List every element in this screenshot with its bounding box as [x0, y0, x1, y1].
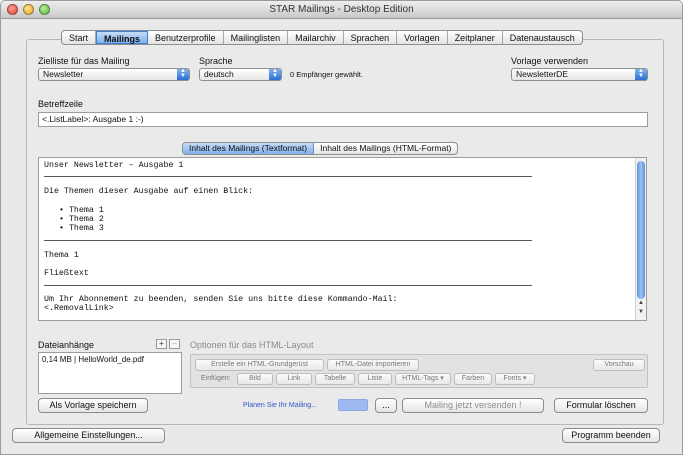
- fonts-menu-button[interactable]: Fonts ▾: [495, 373, 535, 385]
- title-bar: STAR Mailings - Desktop Edition: [1, 1, 682, 19]
- tab-start[interactable]: Start: [62, 31, 97, 44]
- preview-button[interactable]: Vorschau: [593, 359, 645, 371]
- body-line: Fließtext: [44, 269, 89, 278]
- colors-button[interactable]: Farben: [454, 373, 492, 385]
- tab-mailinglisten[interactable]: Mailinglisten: [224, 31, 289, 44]
- plan-mailing-link[interactable]: Planen Sie Ihr Mailing...: [243, 402, 317, 409]
- tab-textformat[interactable]: Inhalt des Mailings (Textformat): [183, 143, 315, 154]
- tab-mailarchiv[interactable]: Mailarchiv: [288, 31, 344, 44]
- vertical-scrollbar[interactable]: ▲ ▼: [635, 158, 646, 320]
- add-attachment-button[interactable]: +: [156, 339, 167, 349]
- html-options-label: Optionen für das HTML-Layout: [190, 340, 314, 350]
- window-title: STAR Mailings - Desktop Edition: [269, 4, 414, 15]
- body-bullet: • Thema 2: [59, 215, 104, 224]
- scroll-up-arrow-icon[interactable]: ▲: [638, 300, 644, 306]
- body-line: Unser Newsletter – Ausgabe 1: [44, 161, 184, 170]
- general-settings-button[interactable]: Allgemeine Einstellungen...: [12, 428, 165, 443]
- insert-table-button[interactable]: Tabelle: [315, 373, 355, 385]
- scroll-thumb[interactable]: [637, 161, 645, 299]
- tab-zeitplaner[interactable]: Zeitplaner: [448, 31, 503, 44]
- more-options-button[interactable]: ...: [375, 398, 397, 413]
- tab-mailings[interactable]: Mailings: [96, 31, 149, 44]
- empfaenger-count: 0 Empfänger gewählt.: [290, 70, 363, 79]
- attachments-list[interactable]: 0,14 MB | HelloWorld_de.pdf: [38, 352, 182, 394]
- schedule-indicator[interactable]: [338, 399, 368, 411]
- vorlage-select[interactable]: NewsletterDE ▲ ▼: [511, 68, 648, 81]
- body-bullet: • Thema 1: [59, 206, 104, 215]
- zielliste-select[interactable]: Newsletter ▲ ▼: [38, 68, 190, 81]
- create-html-skeleton-button[interactable]: Erstelle ein HTML-Grundgerüst: [195, 359, 324, 371]
- divider: [44, 176, 532, 177]
- tab-htmlformat[interactable]: Inhalt des Mailings (HTML-Format): [314, 143, 457, 154]
- chevron-updown-icon: ▲ ▼: [635, 69, 647, 80]
- body-line: Thema 1: [44, 251, 79, 260]
- mail-body-editor[interactable]: Unser Newsletter – Ausgabe 1 Die Themen …: [38, 157, 647, 321]
- tab-sprachen[interactable]: Sprachen: [344, 31, 398, 44]
- save-as-template-button[interactable]: Als Vorlage speichern: [38, 398, 148, 413]
- content-format-tabs: Inhalt des Mailings (Textformat) Inhalt …: [182, 142, 459, 155]
- zielliste-label: Zielliste für das Mailing: [38, 56, 130, 66]
- tab-benutzerprofile[interactable]: Benutzerprofile: [148, 31, 224, 44]
- import-html-button[interactable]: HTML-Datei importieren: [327, 359, 419, 371]
- zielliste-value: Newsletter: [43, 69, 84, 79]
- chevron-updown-icon: ▲ ▼: [177, 69, 189, 80]
- body-line: <.RemovalLink>: [44, 304, 114, 313]
- html-options-box: Erstelle ein HTML-Grundgerüst HTML-Datei…: [190, 354, 648, 388]
- tab-datenaustausch[interactable]: Datenaustausch: [503, 31, 582, 44]
- betreff-input[interactable]: <.ListLabel>: Ausgabe 1 :-): [38, 112, 648, 127]
- attachments-label: Dateianhänge: [38, 340, 95, 350]
- betreff-label: Betreffzeile: [38, 99, 83, 109]
- scroll-down-arrow-icon[interactable]: ▼: [638, 309, 644, 315]
- quit-program-button[interactable]: Programm beenden: [562, 428, 660, 443]
- insert-list-button[interactable]: Liste: [358, 373, 392, 385]
- tab-vorlagen[interactable]: Vorlagen: [397, 31, 448, 44]
- insert-image-button[interactable]: Bild: [237, 373, 273, 385]
- chevron-updown-icon: ▲ ▼: [269, 69, 281, 80]
- app-window: STAR Mailings - Desktop Edition Start Ma…: [0, 0, 683, 455]
- vorlage-label: Vorlage verwenden: [511, 56, 589, 66]
- clear-form-button[interactable]: Formular löschen: [554, 398, 648, 413]
- insert-link-button[interactable]: Link: [276, 373, 312, 385]
- body-line: Um Ihr Abonnement zu beenden, senden Sie…: [44, 295, 398, 304]
- einfuegen-label: Einfügen:: [201, 375, 231, 382]
- divider: [44, 240, 532, 241]
- body-line: Die Themen dieser Ausgabe auf einen Blic…: [44, 187, 254, 196]
- html-tags-menu-button[interactable]: HTML-Tags ▾: [395, 373, 451, 385]
- sprache-select[interactable]: deutsch ▲ ▼: [199, 68, 282, 81]
- main-tabs: Start Mailings Benutzerprofile Mailingli…: [61, 30, 583, 45]
- vorlage-value: NewsletterDE: [516, 69, 568, 79]
- send-mailing-button[interactable]: Mailing jetzt versenden !: [402, 398, 544, 413]
- attachment-item[interactable]: 0,14 MB | HelloWorld_de.pdf: [42, 355, 178, 364]
- body-bullet: • Thema 3: [59, 224, 104, 233]
- remove-attachment-button[interactable]: −: [169, 339, 180, 349]
- sprache-label: Sprache: [199, 56, 233, 66]
- sprache-value: deutsch: [204, 69, 234, 79]
- divider: [44, 285, 532, 286]
